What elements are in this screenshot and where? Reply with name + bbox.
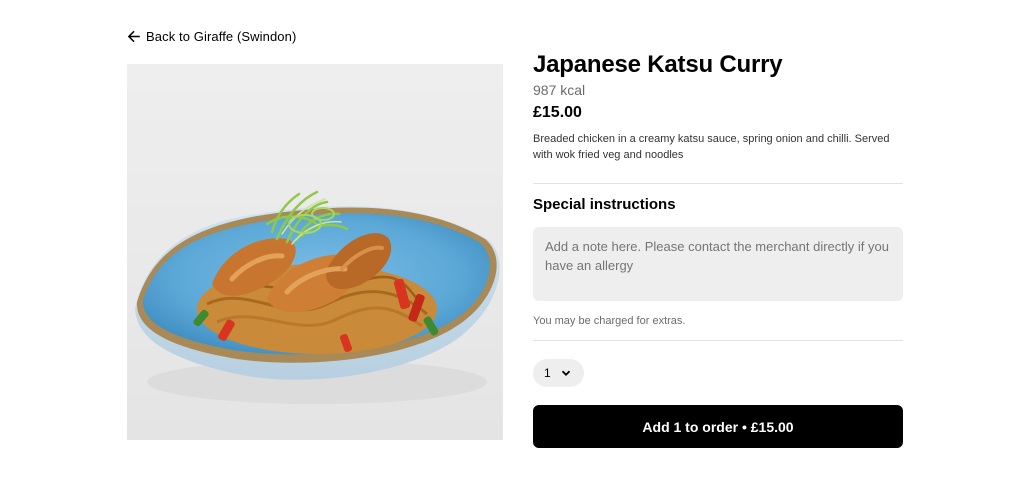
quantity-select[interactable]: 1 xyxy=(533,359,584,387)
item-calories: 987 kcal xyxy=(533,82,586,98)
special-instructions-input[interactable] xyxy=(533,227,903,301)
back-link[interactable]: Back to Giraffe (Swindon) xyxy=(127,29,296,44)
back-link-label: Back to Giraffe (Swindon) xyxy=(146,29,297,44)
item-price: £15.00 xyxy=(533,104,582,121)
divider xyxy=(533,340,903,341)
add-to-order-button[interactable]: Add 1 to order • £15.00 xyxy=(533,405,903,448)
food-illustration xyxy=(135,190,500,404)
divider xyxy=(533,183,903,184)
chevron-down-icon xyxy=(561,370,570,376)
special-instructions-title: Special instructions xyxy=(533,196,676,213)
item-photo xyxy=(127,64,503,440)
item-description: Breaded chicken in a creamy katsu sauce,… xyxy=(533,133,890,161)
quantity-value: 1 xyxy=(544,366,551,380)
arrow-left-icon xyxy=(127,30,140,43)
item-title: Japanese Katsu Curry xyxy=(533,51,783,78)
item-detail-page: Back to Giraffe (Swindon) Japanese Katsu… xyxy=(0,0,1024,496)
extras-charge-note: You may be charged for extras. xyxy=(533,315,686,327)
item-details: Japanese Katsu Curry 987 kcal £15.00 Bre… xyxy=(533,50,903,448)
